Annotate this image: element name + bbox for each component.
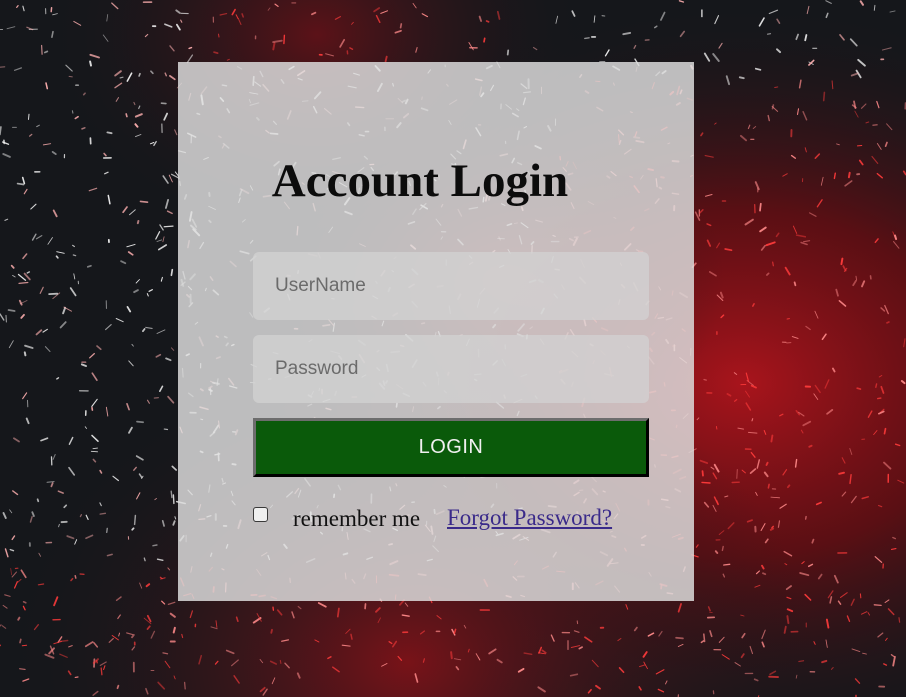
- password-input[interactable]: [253, 335, 649, 403]
- username-input[interactable]: [253, 252, 649, 320]
- remember-me-label: remember me: [293, 506, 421, 531]
- remember-row: remember me Forgot Password?: [253, 502, 673, 534]
- page-title: Account Login: [271, 155, 569, 207]
- login-card: Account Login LOGIN remember me Forgot P…: [178, 62, 694, 601]
- forgot-password-link[interactable]: Forgot Password?: [447, 505, 612, 531]
- remember-me-checkbox[interactable]: [253, 507, 268, 522]
- login-button[interactable]: LOGIN: [253, 418, 649, 477]
